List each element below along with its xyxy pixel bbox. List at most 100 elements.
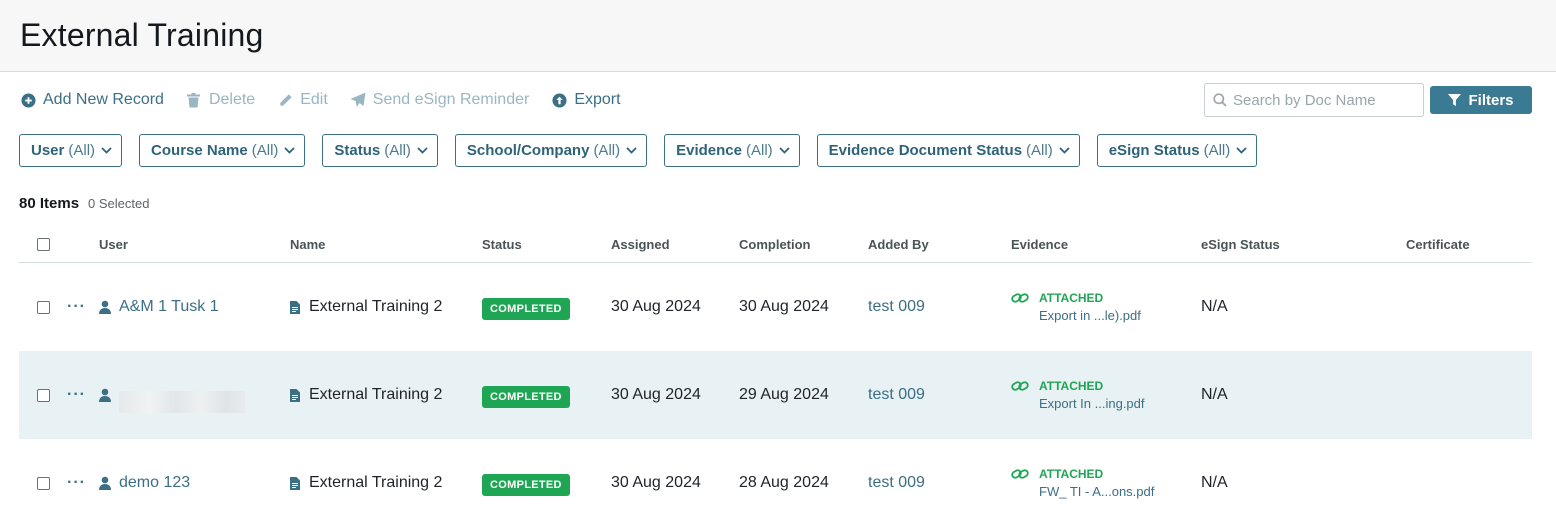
row-checkbox[interactable]: [37, 388, 50, 402]
esign-status: N/A: [1201, 386, 1228, 403]
chip-value: (All): [593, 142, 621, 159]
filter-chip-evidence[interactable]: Evidence (All): [664, 134, 800, 167]
delete-button[interactable]: Delete: [186, 91, 255, 109]
esign-status: N/A: [1201, 298, 1228, 315]
row-actions-cell: ···: [67, 439, 86, 527]
added-by-link[interactable]: test 009: [868, 439, 925, 527]
table-row[interactable]: ··· External Training 2 COMPLETED 30 Aug…: [19, 351, 1532, 439]
user-icon: [99, 476, 111, 490]
chevron-down-icon: [626, 147, 637, 154]
evidence-status: ATTACHED: [1039, 291, 1104, 305]
link-icon: [1011, 380, 1029, 392]
user-icon: [99, 388, 111, 402]
evidence-status: ATTACHED: [1039, 379, 1104, 393]
more-options-icon[interactable]: ···: [67, 298, 86, 316]
filter-chip-esign-status[interactable]: eSign Status (All): [1096, 134, 1258, 167]
add-new-record-label: Add New Record: [43, 91, 164, 108]
link-icon: [1011, 468, 1029, 480]
table-header: User Name Status Assigned Completion Add…: [19, 226, 1532, 263]
filter-chip-user[interactable]: User (All): [19, 134, 123, 167]
chevron-down-icon: [417, 147, 428, 154]
more-options-icon[interactable]: ···: [67, 386, 86, 404]
assigned-date: 30 Aug 2024: [611, 474, 701, 491]
training-name: External Training 2: [309, 474, 443, 491]
table-row[interactable]: ··· demo 123 External Training 2 COMPLET…: [19, 439, 1532, 527]
evidence-file-link[interactable]: FW_ TI - A...ons.pdf: [1039, 484, 1154, 499]
toolbar: Add New Record Delete Edit Send eSign Re…: [20, 83, 1532, 117]
items-count: 80 Items: [19, 195, 80, 212]
name-cell: External Training 2: [290, 439, 442, 527]
send-esign-reminder-button[interactable]: Send eSign Reminder: [350, 91, 530, 109]
user-cell[interactable]: A&M 1 Tusk 1: [99, 263, 219, 351]
selected-count: 0 Selected: [88, 196, 150, 211]
chip-label: User: [31, 142, 65, 159]
upload-circle-icon: [551, 92, 567, 108]
export-button[interactable]: Export: [551, 91, 621, 109]
added-by-link[interactable]: test 009: [868, 351, 925, 439]
add-new-record-button[interactable]: Add New Record: [20, 91, 164, 109]
paper-plane-icon: [350, 92, 366, 108]
select-all-cell: [37, 226, 50, 262]
added-by-link[interactable]: test 009: [868, 263, 925, 351]
col-completion[interactable]: Completion: [739, 226, 811, 262]
select-all-checkbox[interactable]: [37, 237, 50, 251]
more-options-icon[interactable]: ···: [67, 474, 86, 492]
user-cell[interactable]: [99, 351, 245, 439]
user-name[interactable]: demo 123: [119, 474, 190, 492]
chip-value: (All): [745, 142, 773, 159]
evidence-status: ATTACHED: [1039, 467, 1104, 481]
status-cell: COMPLETED: [482, 439, 570, 527]
user-name[interactable]: A&M 1 Tusk 1: [119, 298, 219, 316]
col-status[interactable]: Status: [482, 226, 522, 262]
row-actions-cell: ···: [67, 263, 86, 351]
edit-label: Edit: [300, 91, 328, 108]
table-row[interactable]: ··· A&M 1 Tusk 1 External Training 2 COM…: [19, 263, 1532, 351]
chip-label: Course Name: [151, 142, 248, 159]
filter-chip-school-company[interactable]: School/Company (All): [454, 134, 648, 167]
col-esign-status[interactable]: eSign Status: [1201, 226, 1280, 262]
row-select-cell: [37, 439, 50, 527]
filter-chip-status[interactable]: Status (All): [322, 134, 438, 167]
edit-button[interactable]: Edit: [277, 91, 328, 109]
user-name-redacted[interactable]: [119, 391, 245, 413]
chevron-down-icon: [284, 147, 296, 154]
filters-button[interactable]: Filters: [1430, 86, 1532, 114]
training-name: External Training 2: [309, 298, 443, 315]
completion-date: 29 Aug 2024: [739, 386, 829, 403]
name-cell: External Training 2: [290, 263, 442, 351]
evidence-file-link[interactable]: Export in ...le).pdf: [1039, 308, 1141, 323]
items-summary: 80 Items 0 Selected: [19, 195, 149, 212]
user-cell[interactable]: demo 123: [99, 439, 190, 527]
col-user[interactable]: User: [99, 226, 128, 262]
evidence-cell: ATTACHED FW_ TI - A...ons.pdf: [1011, 439, 1154, 527]
completion-date: 28 Aug 2024: [739, 474, 829, 491]
esign-status: N/A: [1201, 474, 1228, 491]
assigned-date: 30 Aug 2024: [611, 386, 701, 403]
search-icon: [1213, 93, 1227, 107]
filter-chip-evidence-document-status[interactable]: Evidence Document Status (All): [816, 134, 1080, 167]
col-name[interactable]: Name: [290, 226, 325, 262]
filter-chip-course-name[interactable]: Course Name (All): [139, 134, 306, 167]
document-icon: [290, 476, 300, 490]
chip-value: (All): [1026, 142, 1053, 159]
col-evidence[interactable]: Evidence: [1011, 226, 1068, 262]
user-icon: [99, 300, 111, 314]
completion-date: 30 Aug 2024: [739, 298, 829, 315]
col-added-by[interactable]: Added By: [868, 226, 929, 262]
row-checkbox[interactable]: [37, 476, 50, 490]
col-certificate[interactable]: Certificate: [1406, 226, 1470, 262]
chip-label: Evidence Document Status: [828, 142, 1023, 159]
evidence-cell: ATTACHED Export in ...le).pdf: [1011, 263, 1141, 351]
chip-label: School/Company: [466, 142, 590, 159]
chip-value: (All): [68, 142, 96, 159]
col-assigned[interactable]: Assigned: [611, 226, 670, 262]
evidence-file-link[interactable]: Export In ...ing.pdf: [1039, 396, 1145, 411]
send-esign-reminder-label: Send eSign Reminder: [372, 91, 530, 108]
row-checkbox[interactable]: [37, 300, 50, 314]
document-icon: [290, 388, 300, 402]
document-icon: [290, 300, 300, 314]
chip-label: Evidence: [676, 142, 742, 159]
search-input[interactable]: [1233, 91, 1415, 109]
export-label: Export: [574, 91, 621, 108]
row-select-cell: [37, 351, 50, 439]
